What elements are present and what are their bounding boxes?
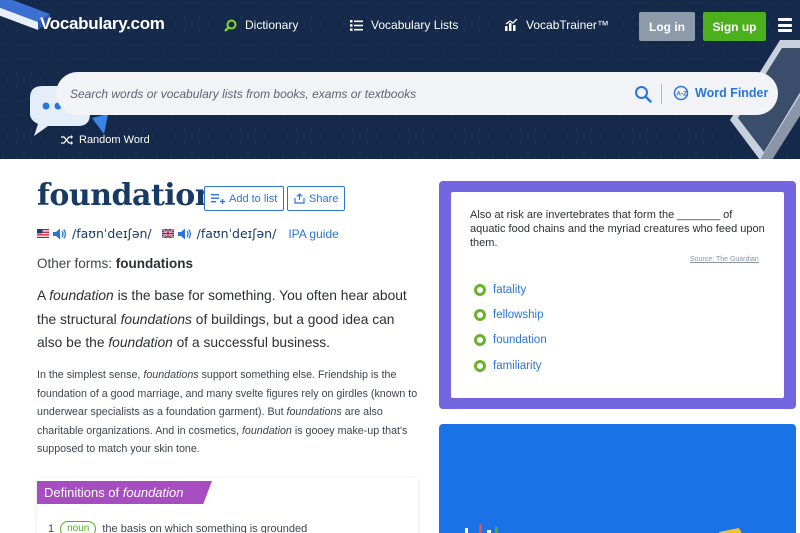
other-forms: Other forms: foundations: [37, 256, 193, 271]
share-icon: [294, 193, 305, 204]
random-word-link[interactable]: Random Word: [61, 134, 150, 146]
page: Vocabulary.com Dictionary Vocabulary Lis…: [0, 0, 800, 533]
share-button[interactable]: Share: [287, 186, 346, 211]
part-of-speech-chip: noun: [60, 521, 97, 533]
quiz-option-label: foundation: [493, 334, 547, 346]
radio-circle-icon: [474, 284, 486, 296]
speaker-icon-uk[interactable]: [177, 228, 192, 240]
quiz-option-label: familiarity: [493, 360, 542, 372]
promo-shapes: [465, 524, 742, 533]
definition-number: 1: [48, 523, 55, 533]
nav-vocabulary-lists-label: Vocabulary Lists: [371, 18, 459, 32]
other-forms-label: Other forms:: [37, 256, 113, 271]
quiz-option[interactable]: familiarity: [474, 360, 542, 372]
svg-text:A-Z: A-Z: [676, 91, 687, 98]
radio-circle-icon: [474, 360, 486, 372]
quiz-option-label: fellowship: [493, 309, 544, 321]
quiz-option[interactable]: fellowship: [474, 309, 544, 321]
speaker-icon-us[interactable]: [53, 228, 67, 240]
nav-vocabulary-lists[interactable]: Vocabulary Lists: [350, 18, 458, 32]
word-finder-icon: A-Z: [673, 85, 689, 101]
add-list-icon: [211, 193, 225, 204]
radio-circle-icon: [474, 334, 486, 346]
search-bar: A-Z Word Finder: [56, 72, 778, 115]
quiz-sentence: Also at risk are invertebrates that form…: [470, 209, 765, 249]
radio-circle-icon: [474, 309, 486, 321]
definition-text: the basis on which something is grounded: [102, 523, 308, 533]
site-logo[interactable]: Vocabulary.com: [40, 14, 165, 34]
random-word-label: Random Word: [79, 134, 150, 146]
pronunciation-row: /faʊnˈdeɪʃən/ /faʊnˈdeɪʃən/ IPA guide: [37, 226, 339, 241]
uk-flag-icon: [161, 229, 174, 238]
word-finder-label: Word Finder: [695, 86, 769, 100]
search-icon: [224, 19, 237, 32]
search-input[interactable]: [70, 72, 630, 115]
word-title: foundation: [37, 178, 217, 213]
long-definition: In the simplest sense, foundations suppo…: [37, 369, 418, 455]
pronunciation-us: /faʊnˈdeɪʃən/: [72, 226, 152, 241]
nav-dictionary[interactable]: Dictionary: [224, 18, 298, 32]
top-navigation: Vocabulary.com Dictionary Vocabulary Lis…: [0, 0, 800, 52]
quiz-option-label: fatality: [493, 284, 527, 296]
signup-button[interactable]: Sign up: [703, 12, 766, 41]
short-definition: A foundation is the base for something. …: [37, 288, 407, 350]
add-to-list-label: Add to list: [229, 192, 278, 205]
promo-banner[interactable]: [439, 424, 796, 533]
definition-entry[interactable]: 1 noun the basis on which something is g…: [48, 521, 307, 533]
nav-vocabtrainer[interactable]: VocabTrainer™: [505, 18, 609, 32]
search-divider: [661, 84, 662, 104]
quiz-option[interactable]: foundation: [474, 334, 547, 346]
shuffle-icon: [61, 135, 73, 145]
quiz-option[interactable]: fatality: [474, 284, 526, 296]
list-icon: [350, 19, 363, 31]
share-label: Share: [309, 192, 339, 205]
us-flag-icon: [37, 229, 49, 238]
site-header: Vocabulary.com Dictionary Vocabulary Lis…: [0, 0, 800, 159]
login-button[interactable]: Log in: [639, 12, 695, 41]
quiz-source-link[interactable]: Source: The Guardian: [690, 256, 759, 263]
word-finder-link[interactable]: A-Z Word Finder: [673, 85, 768, 101]
pronunciation-uk: /faʊnˈdeɪʃən/: [196, 226, 277, 241]
definitions-header: Definitions of foundation: [37, 481, 212, 504]
hamburger-icon[interactable]: [778, 18, 792, 32]
search-icon[interactable]: [634, 85, 652, 103]
nav-vocabtrainer-label: VocabTrainer™: [526, 18, 609, 32]
add-to-list-button[interactable]: Add to list: [204, 186, 285, 211]
chart-icon: [505, 19, 518, 31]
other-forms-value: foundations: [115, 256, 194, 271]
ipa-guide-link[interactable]: IPA guide: [288, 227, 338, 241]
nav-dictionary-label: Dictionary: [245, 18, 299, 32]
